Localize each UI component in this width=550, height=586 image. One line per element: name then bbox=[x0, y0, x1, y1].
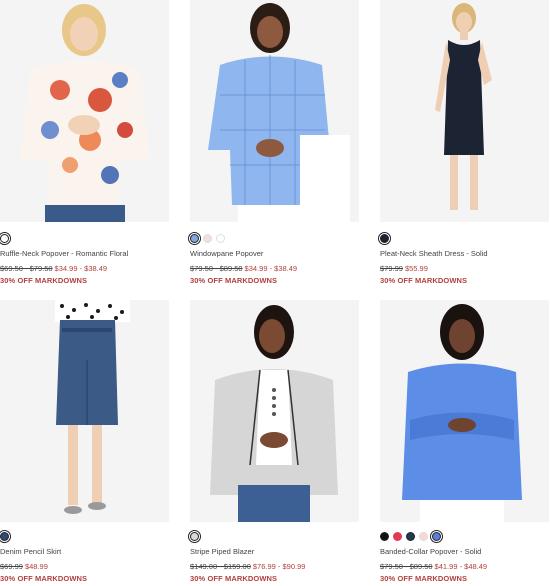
sale-price: $34.99 - $38.49 bbox=[54, 264, 108, 273]
color-swatch[interactable] bbox=[380, 532, 389, 541]
original-price: $79.99 bbox=[380, 264, 403, 273]
color-swatches bbox=[380, 234, 389, 243]
color-swatch[interactable] bbox=[406, 532, 415, 541]
promo-label: 30% OFF MARKDOWNS bbox=[190, 574, 278, 583]
product-card[interactable]: Banded-Collar Popover - Solid $79.50 - $… bbox=[380, 300, 549, 586]
promo-label: 30% OFF MARKDOWNS bbox=[0, 276, 88, 285]
product-name[interactable]: Denim Pencil Skirt bbox=[0, 547, 61, 556]
color-swatch[interactable] bbox=[216, 234, 225, 243]
product-image[interactable] bbox=[190, 0, 359, 222]
color-swatch[interactable] bbox=[419, 532, 428, 541]
color-swatch[interactable] bbox=[432, 532, 441, 541]
color-swatches bbox=[380, 532, 441, 541]
product-card[interactable]: Stripe Piped Blazer $149.00 - $159.00 $76… bbox=[190, 300, 359, 586]
sale-price: $76.99 - $90.99 bbox=[252, 562, 306, 571]
color-swatches bbox=[190, 532, 199, 541]
color-swatch[interactable] bbox=[203, 234, 212, 243]
product-card[interactable]: Windowpane Popover $79.50 - $89.50 $34.99… bbox=[190, 0, 359, 290]
product-price: $79.50 - $89.50 $34.99 - $38.49 bbox=[190, 264, 297, 273]
promo-label: 30% OFF MARKDOWNS bbox=[0, 574, 88, 583]
original-price: $69.99 bbox=[0, 562, 23, 571]
sale-price: $34.99 - $38.49 bbox=[244, 264, 298, 273]
color-swatch[interactable] bbox=[393, 532, 402, 541]
product-price: $79.50 - $89.50 $41.99 - $48.49 bbox=[380, 562, 487, 571]
promo-label: 30% OFF MARKDOWNS bbox=[190, 276, 278, 285]
color-swatches bbox=[0, 532, 9, 541]
sale-price: $41.99 - $48.49 bbox=[434, 562, 488, 571]
product-name[interactable]: Banded-Collar Popover - Solid bbox=[380, 547, 481, 556]
color-swatches bbox=[0, 234, 9, 243]
color-swatch[interactable] bbox=[190, 234, 199, 243]
promo-label: 30% OFF MARKDOWNS bbox=[380, 574, 468, 583]
color-swatch[interactable] bbox=[0, 532, 9, 541]
promo-label: 30% OFF MARKDOWNS bbox=[380, 276, 468, 285]
product-image[interactable] bbox=[0, 0, 169, 222]
product-image[interactable] bbox=[380, 0, 549, 222]
sale-price: $55.99 bbox=[404, 264, 428, 273]
original-price: $69.50 - $79.50 bbox=[0, 264, 53, 273]
product-price: $69.99 $48.99 bbox=[0, 562, 48, 571]
product-price: $149.00 - $159.00 $76.99 - $90.99 bbox=[190, 562, 305, 571]
product-name[interactable]: Pleat-Neck Sheath Dress - Solid bbox=[380, 249, 488, 258]
product-image[interactable] bbox=[190, 300, 359, 522]
product-name[interactable]: Stripe Piped Blazer bbox=[190, 547, 254, 556]
product-name[interactable]: Ruffle-Neck Popover - Romantic Floral bbox=[0, 249, 128, 258]
color-swatch[interactable] bbox=[190, 532, 199, 541]
product-image[interactable] bbox=[0, 300, 169, 522]
color-swatch[interactable] bbox=[380, 234, 389, 243]
product-card[interactable]: Ruffle-Neck Popover - Romantic Floral $6… bbox=[0, 0, 169, 290]
product-image[interactable] bbox=[380, 300, 549, 522]
color-swatch[interactable] bbox=[0, 234, 9, 243]
original-price: $149.00 - $159.00 bbox=[190, 562, 251, 571]
sale-price: $48.99 bbox=[24, 562, 48, 571]
product-name[interactable]: Windowpane Popover bbox=[190, 249, 263, 258]
original-price: $79.50 - $89.50 bbox=[190, 264, 243, 273]
product-card[interactable]: Denim Pencil Skirt $69.99 $48.99 30% OFF … bbox=[0, 300, 169, 586]
product-price: $69.50 - $79.50 $34.99 - $38.49 bbox=[0, 264, 107, 273]
color-swatches bbox=[190, 234, 225, 243]
product-price: $79.99 $55.99 bbox=[380, 264, 428, 273]
original-price: $79.50 - $89.50 bbox=[380, 562, 433, 571]
product-card[interactable]: Pleat-Neck Sheath Dress - Solid $79.99 $5… bbox=[380, 0, 549, 290]
